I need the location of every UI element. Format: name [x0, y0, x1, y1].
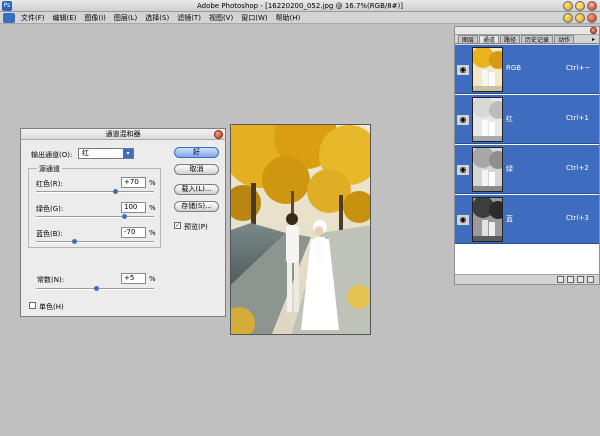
channel-thumbnail-green	[472, 147, 503, 192]
menu-select[interactable]: 选择(S)	[141, 12, 173, 24]
document-minimize-button[interactable]	[563, 13, 573, 23]
channel-thumbnail-rgb	[472, 47, 503, 92]
channel-mixer-dialog: 通道混和器 输出通道(O): 红 ▾ 源通道 红色(R): +70 % 绿色(G…	[20, 128, 226, 317]
output-channel-select[interactable]: 红 ▾	[78, 148, 134, 159]
document-maximize-button[interactable]	[575, 13, 585, 23]
menu-layer[interactable]: 图层(L)	[110, 12, 141, 24]
green-input[interactable]: 100	[121, 202, 146, 213]
load-selection-icon[interactable]	[557, 276, 564, 283]
output-channel-label: 输出通道(O):	[31, 151, 73, 159]
preview-label: 预览(P)	[184, 223, 208, 231]
green-slider-thumb[interactable]	[122, 214, 127, 219]
tab-paths[interactable]: 路径	[500, 35, 521, 44]
red-label: 红色(R):	[36, 180, 63, 188]
document-icon[interactable]	[3, 12, 15, 23]
channel-shortcut: Ctrl+2	[566, 164, 589, 172]
delete-channel-icon[interactable]	[587, 276, 594, 283]
dialog-title-bar[interactable]: 通道混和器	[21, 129, 225, 140]
load-button[interactable]: 载入(L)...	[174, 184, 219, 195]
red-slider-track[interactable]	[36, 191, 154, 193]
tab-actions[interactable]: 动作	[554, 35, 575, 44]
ok-button[interactable]: 好	[174, 147, 219, 158]
output-channel-value: 红	[82, 149, 89, 157]
eye-icon[interactable]: ◉	[457, 65, 469, 75]
chevron-down-icon[interactable]: ▾	[123, 149, 133, 158]
monochrome-checkbox[interactable]	[29, 302, 36, 309]
channel-row-red[interactable]: ◉ 红 Ctrl+1	[455, 95, 599, 144]
channel-shortcut: Ctrl+3	[566, 214, 589, 222]
menu-image[interactable]: 图像(I)	[80, 12, 110, 24]
constant-input[interactable]: +5	[121, 273, 146, 284]
document-close-button[interactable]	[587, 13, 597, 23]
palette-tabs: 图层 通道 路径 历史记录 动作 ▸	[455, 35, 599, 44]
maximize-button[interactable]: □	[575, 1, 585, 11]
menu-help[interactable]: 帮助(H)	[272, 12, 305, 24]
eye-icon[interactable]: ◉	[457, 165, 469, 175]
window-title: Adobe Photoshop - [16220200_052.jpg @ 16…	[196, 2, 404, 10]
close-button[interactable]: ×	[587, 1, 597, 11]
channel-list: ◉ RGB Ctrl+~ ◉ 红 Ctrl+1 ◉ 绿 Ctrl+2 ◉ 蓝 C…	[455, 45, 599, 274]
red-input[interactable]: +70	[121, 177, 146, 188]
tab-channels[interactable]: 通道	[479, 35, 500, 44]
channel-shortcut: Ctrl+~	[566, 64, 591, 72]
channel-shortcut: Ctrl+1	[566, 114, 589, 122]
tab-layers[interactable]: 图层	[458, 35, 479, 44]
palette-title-bar[interactable]	[455, 27, 599, 35]
channel-row-rgb[interactable]: ◉ RGB Ctrl+~	[455, 45, 599, 94]
constant-slider-thumb[interactable]	[93, 286, 99, 291]
menu-window[interactable]: 窗口(W)	[237, 12, 271, 24]
channel-name: 蓝	[506, 215, 513, 223]
channel-thumbnail-blue	[472, 197, 503, 242]
channel-name: 绿	[506, 165, 513, 173]
minimize-button[interactable]: –	[563, 1, 573, 11]
menu-bar: 文件(F) 编辑(E) 图像(I) 图层(L) 选择(S) 滤镜(T) 视图(V…	[0, 12, 600, 24]
channel-row-blue[interactable]: ◉ 蓝 Ctrl+3	[455, 195, 599, 244]
menu-file[interactable]: 文件(F)	[17, 12, 49, 24]
save-button[interactable]: 存储(S)...	[174, 201, 219, 212]
channels-palette: 图层 通道 路径 历史记录 动作 ▸ ◉ RGB Ctrl+~ ◉ 红 Ctrl…	[454, 26, 600, 285]
red-slider-thumb[interactable]	[113, 189, 119, 194]
constant-percent: %	[149, 275, 156, 283]
menu-edit[interactable]: 编辑(E)	[49, 12, 81, 24]
channel-thumbnail-red	[472, 97, 503, 142]
eye-icon[interactable]: ◉	[457, 115, 469, 125]
blue-label: 蓝色(B):	[36, 230, 63, 238]
red-percent: %	[149, 179, 156, 187]
cancel-button[interactable]: 取消	[174, 164, 219, 175]
document-image[interactable]	[230, 124, 371, 335]
channel-row-green[interactable]: ◉ 绿 Ctrl+2	[455, 145, 599, 194]
source-channels-group: 源通道 红色(R): +70 % 绿色(G): 100 % 蓝色(B): -70…	[28, 164, 161, 248]
dialog-close-button[interactable]	[214, 130, 223, 139]
constant-label: 常数(N):	[37, 276, 65, 284]
photo-canvas	[231, 125, 370, 334]
green-slider-track[interactable]	[36, 216, 154, 218]
title-bar: Ps Adobe Photoshop - [16220200_052.jpg @…	[0, 0, 600, 12]
channel-name: RGB	[506, 64, 522, 72]
tab-history[interactable]: 历史记录	[521, 35, 554, 44]
palette-bottom-bar	[455, 274, 599, 284]
preview-checkbox[interactable]: ✓	[174, 222, 181, 229]
green-label: 绿色(G):	[36, 205, 64, 213]
eye-icon[interactable]: ◉	[457, 215, 469, 225]
menu-filter[interactable]: 滤镜(T)	[173, 12, 205, 24]
blue-slider-track[interactable]	[36, 241, 154, 243]
blue-percent: %	[149, 229, 156, 237]
blue-slider-thumb[interactable]	[71, 239, 77, 244]
menu-view[interactable]: 视图(V)	[205, 12, 237, 24]
channel-name: 红	[506, 115, 513, 123]
blue-input[interactable]: -70	[121, 227, 146, 238]
monochrome-label: 单色(H)	[39, 303, 64, 311]
green-percent: %	[149, 204, 156, 212]
dialog-title: 通道混和器	[105, 130, 141, 138]
save-selection-icon[interactable]	[567, 276, 574, 283]
palette-menu-button[interactable]: ▸	[592, 35, 595, 43]
palette-close-button[interactable]	[590, 27, 597, 34]
new-channel-icon[interactable]	[577, 276, 584, 283]
source-channels-title: 源通道	[37, 164, 62, 174]
